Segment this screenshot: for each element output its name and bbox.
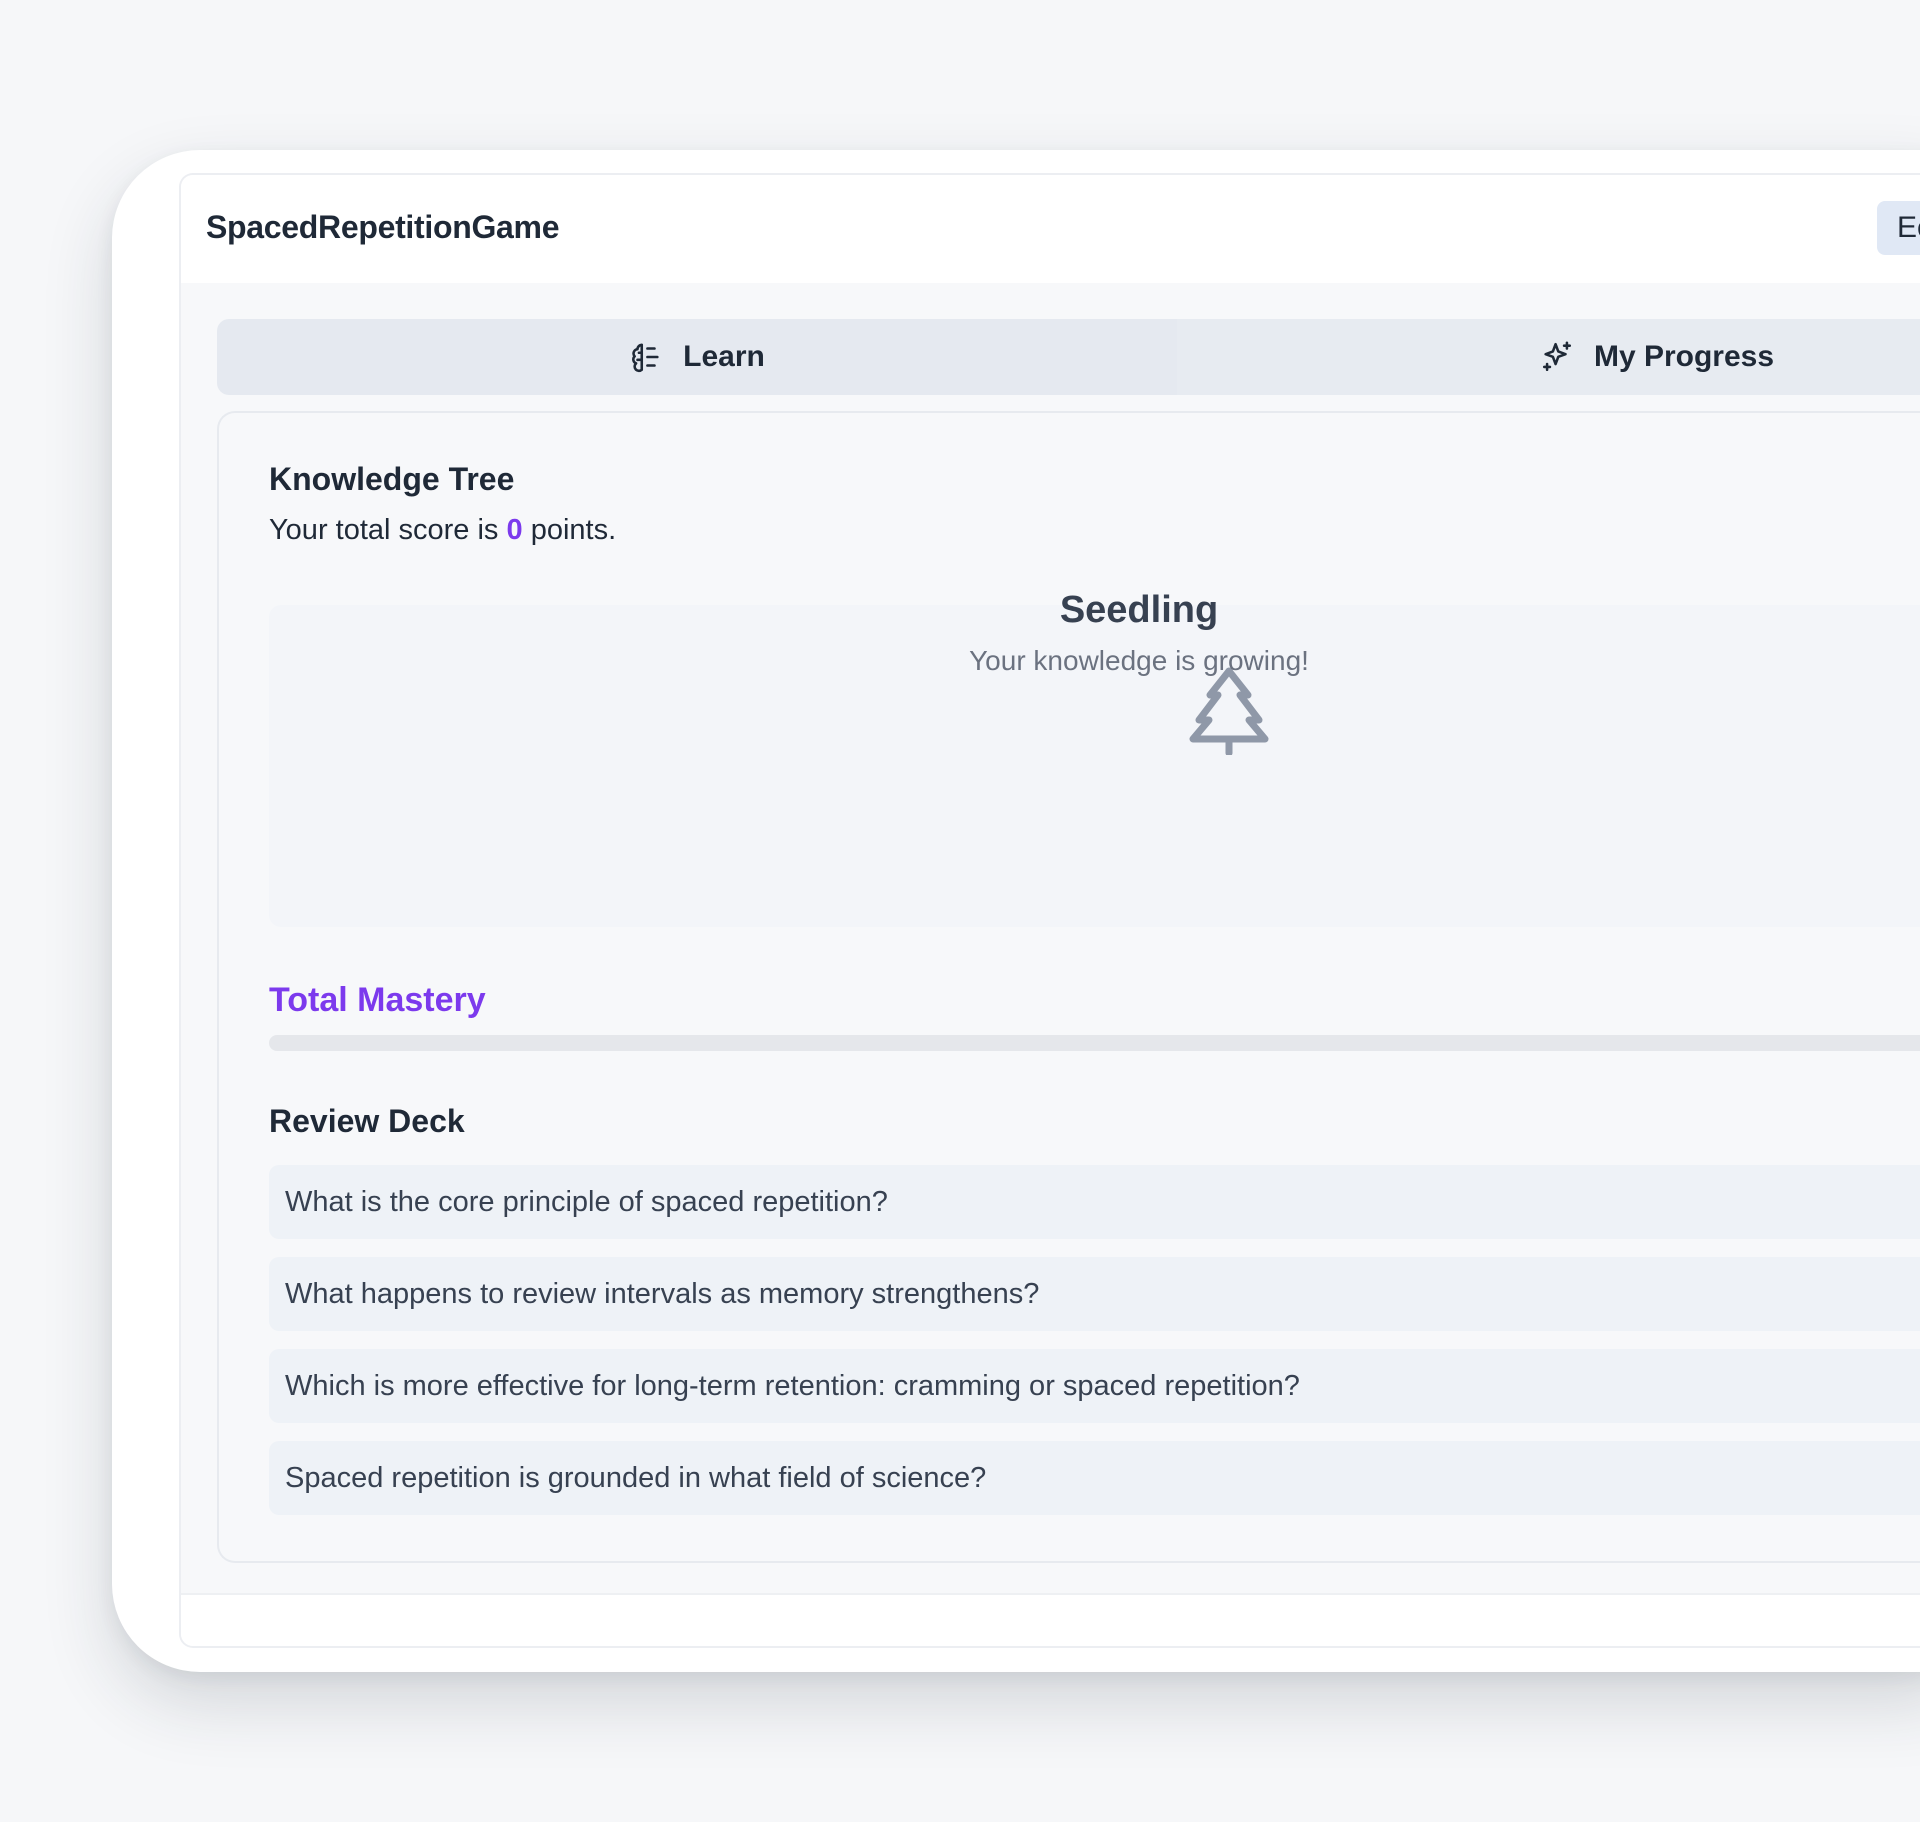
score-line: Your total score is 0 points. — [269, 514, 616, 547]
tree-stage-description: Your knowledge is growing! — [969, 645, 1309, 676]
tree-icon — [1189, 665, 1269, 757]
score-suffix: points. — [522, 514, 617, 546]
app-window: SpacedRepetitionGame Ec Learn — [179, 173, 1920, 1648]
mastery-progress-bar — [269, 1035, 1920, 1051]
tab-my-progress-label: My Progress — [1593, 340, 1775, 373]
app-title: SpacedRepetitionGame — [206, 209, 560, 245]
tab-my-progress[interactable]: My Progress — [1177, 319, 1920, 395]
tab-learn[interactable]: Learn — [217, 319, 1177, 395]
review-deck-item[interactable]: What happens to review intervals as memo… — [269, 1257, 1920, 1331]
review-deck-title: Review Deck — [269, 1103, 465, 1139]
score-value: 0 — [506, 514, 523, 546]
tree-stage-name: Seedling — [1059, 589, 1219, 631]
score-prefix: Your total score is — [269, 514, 507, 546]
review-deck-list: What is the core principle of spaced rep… — [269, 1165, 1920, 1533]
total-mastery-label: Total Mastery — [269, 981, 486, 1019]
app-header: SpacedRepetitionGame Ec — [181, 175, 1920, 285]
brain-icon — [629, 340, 663, 374]
sparkles-icon — [1540, 340, 1574, 374]
header-action-button[interactable]: Ec — [1877, 201, 1920, 255]
main-content: Learn My Progress Knowledge Tree Your to… — [181, 283, 1920, 1593]
app-footer — [181, 1593, 1920, 1646]
progress-card: Knowledge Tree Your total score is 0 poi… — [217, 411, 1920, 1563]
review-deck-item[interactable]: What is the core principle of spaced rep… — [269, 1165, 1920, 1239]
review-deck-item[interactable]: Which is more effective for long-term re… — [269, 1349, 1920, 1423]
review-deck-item[interactable]: Spaced repetition is grounded in what fi… — [269, 1441, 1920, 1515]
tab-learn-label: Learn — [683, 340, 765, 373]
knowledge-tree-title: Knowledge Tree — [269, 461, 515, 497]
tabs-bar: Learn My Progress — [217, 319, 1920, 395]
